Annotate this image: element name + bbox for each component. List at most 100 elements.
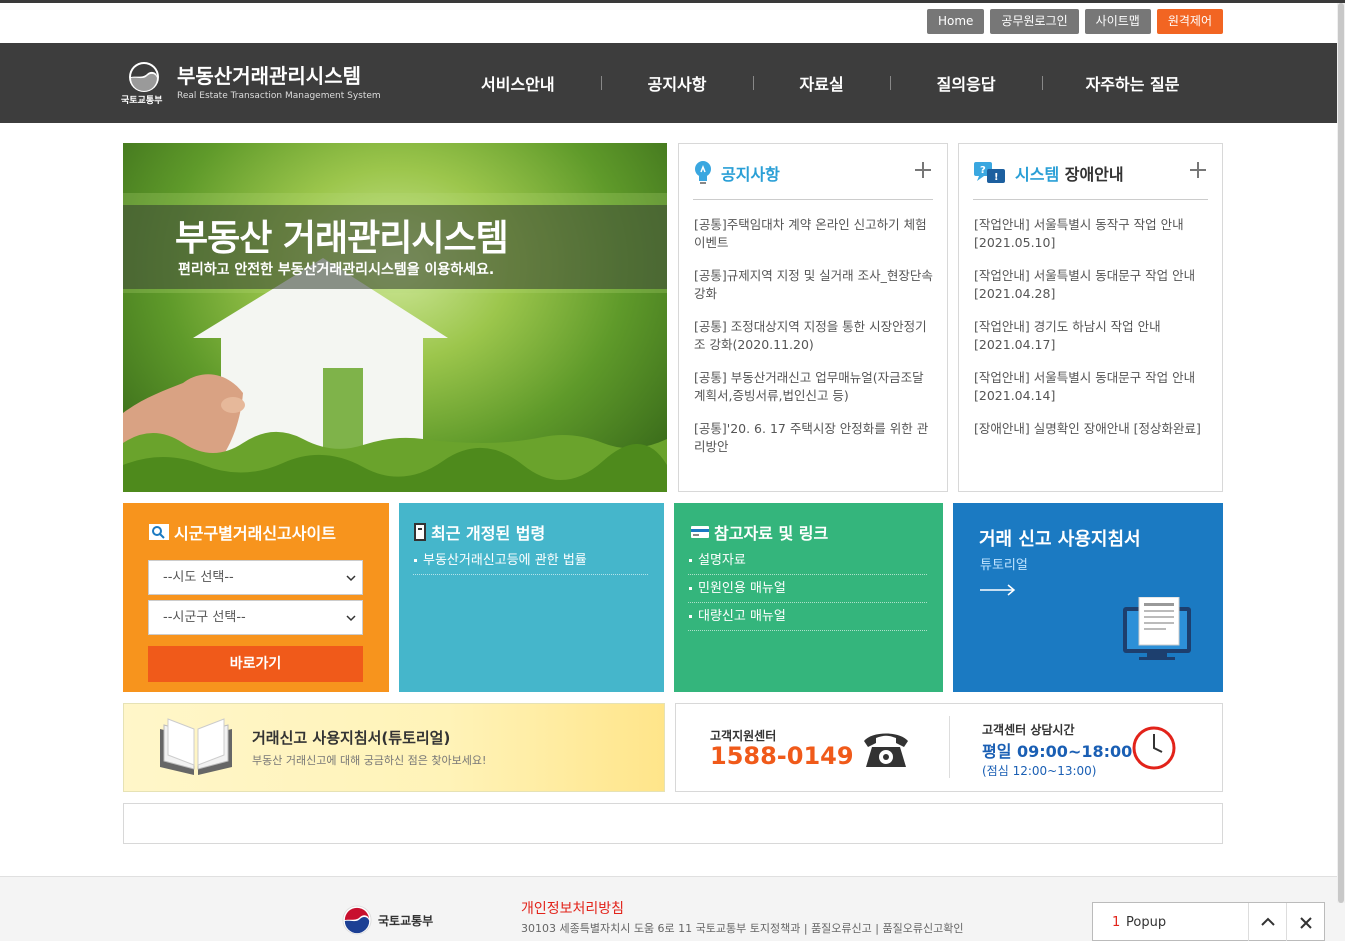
nav-library[interactable]: 자료실 (800, 71, 844, 95)
notice-item[interactable]: [공통] 조정대상지역 지정을 통한 시장안정기조 강화(2020.11.20) (694, 318, 935, 369)
sigungu-select[interactable]: --시군구 선택-- (148, 600, 363, 635)
customer-center: 고객지원센터 1588-0149 고객센터 상담시간 평일 09:00~18:0… (675, 703, 1223, 792)
notice-list: [공통]주택임대차 계약 온라인 신고하기 체험 이벤트 [공통]규제지역 지정… (694, 216, 935, 471)
hero-subtitle: 편리하고 안전한 부동산거래관리시스템을 이용하세요. (178, 262, 495, 278)
notice-more-plus-icon[interactable] (913, 160, 933, 180)
footer-logo: 국토교통부 (342, 905, 433, 935)
fault-item[interactable]: [작업안내] 서울특별시 동작구 작업 안내[2021.05.10] (974, 216, 1210, 267)
sido-select[interactable]: --시도 선택-- (148, 560, 363, 595)
lunch-hours: (점심 12:00~13:00) (982, 764, 1097, 778)
tutorial-banner[interactable]: 거래신고 사용지침서(튜토리얼) 부동산 거래신고에 대해 궁금하신 점은 찾아… (123, 703, 665, 792)
fault-item[interactable]: [작업안내] 경기도 하남시 작업 안내[2021.04.17] (974, 318, 1210, 369)
open-book-icon (160, 718, 232, 775)
chevron-down-icon (346, 615, 356, 622)
refs-title: 참고자료 및 링크 (690, 520, 828, 544)
remote-control-button[interactable]: 원격제어 (1156, 9, 1223, 34)
arrow-right-icon (980, 584, 1016, 596)
fault-title: 시스템 장애안내 (1015, 165, 1124, 184)
chevron-up-icon (1261, 917, 1275, 926)
official-login-button[interactable]: 공무원로그인 (990, 9, 1079, 34)
card-icon (691, 526, 709, 538)
popup-bar[interactable]: 1 Popup (1092, 902, 1325, 941)
notice-item[interactable]: [공통]규제지역 지정 및 실거래 조사_현장단속 강화 (694, 267, 935, 318)
fault-item[interactable]: [작업안내] 서울특별시 동대문구 작업 안내[2021.04.28] (974, 267, 1210, 318)
home-button[interactable]: Home (926, 9, 985, 34)
go-button[interactable]: 바로가기 (148, 646, 363, 682)
nav-notice[interactable]: 공지사항 (648, 71, 707, 95)
usage-guide-tile[interactable]: 거래 신고 사용지침서 튜토리얼 (953, 503, 1223, 692)
nav-qna[interactable]: 질의응답 (937, 71, 996, 95)
notice-item[interactable]: [공통]'20. 6. 17 주택시장 안정화를 위한 관리방안 (694, 420, 935, 471)
sitemap-button[interactable]: 사이트맵 (1084, 9, 1151, 34)
divider (973, 199, 1208, 200)
fault-item[interactable]: [작업안내] 서울특별시 동대문구 작업 안내[2021.04.14] (974, 369, 1210, 420)
fault-list: [작업안내] 서울특별시 동작구 작업 안내[2021.05.10] [작업안내… (974, 216, 1210, 471)
fault-item[interactable]: [장애안내] 실명확인 장애안내 [정상화완료] (974, 420, 1210, 471)
guide-subtitle: 튜토리얼 (980, 558, 1028, 573)
references-tile: 참고자료 및 링크 설명자료 민원인용 매뉴얼 대량신고 매뉴얼 (674, 503, 943, 692)
footer-address: 30103 세종특별자치시 도움 6로 11 국토교통부 토지정책과 | 품질오… (521, 922, 964, 935)
privacy-policy-link[interactable]: 개인정보처리방침 (521, 898, 624, 918)
recent-laws-tile: 최근 개정된 법령 부동산거래신고등에 관한 법률 (399, 503, 664, 692)
nav-divider (1041, 76, 1043, 90)
nav-divider (752, 76, 754, 90)
system-fault-panel: ? ! 시스템 장애안내 [작업안내] 서울특별시 동작구 작업 안내[2021… (958, 143, 1223, 492)
utility-bar: Home 공무원로그인 사이트맵 원격제어 (926, 9, 1223, 34)
chevron-down-icon (346, 575, 356, 582)
notice-title: 공지사항 (721, 165, 780, 184)
ref-link[interactable]: 대량신고 매뉴얼 (688, 603, 927, 631)
ministry-name: 국토교통부 (121, 96, 163, 106)
clock-icon (1132, 726, 1176, 770)
law-link[interactable]: 부동산거래신고등에 관한 법률 (413, 547, 648, 575)
telephone-icon (864, 733, 908, 767)
main-nav: 서비스안내 공지사항 자료실 질의응답 자주하는 질문 (450, 43, 1179, 123)
banner-subtitle: 부동산 거래신고에 대해 궁금하신 점은 찾아보세요! (252, 754, 487, 767)
guide-title: 거래 신고 사용지침서 (979, 529, 1141, 550)
law-book-icon (414, 523, 426, 541)
nav-divider (600, 76, 602, 90)
notice-panel: 공지사항 [공통]주택임대차 계약 온라인 신고하기 체험 이벤트 [공통]규제… (678, 143, 948, 492)
ministry-emblem-icon (342, 905, 372, 935)
svg-text:?: ? (980, 165, 986, 176)
question-bubble-icon: ? ! (974, 162, 1005, 183)
notice-header: 공지사항 (693, 158, 780, 188)
magnifier-icon (149, 524, 169, 540)
popup-expand-button[interactable] (1248, 903, 1286, 941)
notice-item[interactable]: [공통]주택임대차 계약 온라인 신고하기 체험 이벤트 (694, 216, 935, 267)
fault-header: ? ! 시스템 장애안내 (973, 158, 1124, 188)
lightbulb-icon (695, 161, 711, 184)
vertical-scrollbar[interactable] (1337, 3, 1345, 903)
popup-close-button[interactable] (1286, 903, 1324, 941)
notice-item[interactable]: [공통] 부동산거래신고 업무매뉴얼(자금조달계획서,증빙서류,법인신고 등) (694, 369, 935, 420)
close-icon (1300, 917, 1312, 929)
house-illustration (123, 193, 667, 492)
empty-content-strip (123, 803, 1223, 844)
divider (693, 199, 933, 200)
site-subtitle: Real Estate Transaction Management Syste… (177, 91, 381, 101)
fault-more-plus-icon[interactable] (1188, 160, 1208, 180)
divider (949, 716, 950, 778)
hours-label: 고객센터 상담시간 (982, 723, 1075, 737)
monitor-document-icon (1123, 597, 1191, 660)
popup-count: 1 (1112, 915, 1121, 930)
header: 국토교통부 부동산거래관리시스템 Real Estate Transaction… (0, 43, 1345, 123)
site-logo[interactable]: 국토교통부 부동산거래관리시스템 Real Estate Transaction… (121, 59, 381, 109)
laws-list: 부동산거래신고등에 관한 법률 (413, 547, 648, 575)
banner-title: 거래신고 사용지침서(튜토리얼) (252, 729, 451, 747)
nav-service-guide[interactable]: 서비스안내 (481, 71, 555, 95)
ref-link[interactable]: 민원인용 매뉴얼 (688, 575, 927, 603)
hero-title: 부동산 거래관리시스템 (175, 218, 509, 259)
top-border (0, 0, 1345, 3)
ministry-emblem-icon (129, 62, 159, 92)
business-hours: 평일 09:00~18:00 (982, 742, 1133, 761)
nav-faq[interactable]: 자주하는 질문 (1086, 71, 1180, 95)
regional-title: 시군구별거래신고사이트 (148, 520, 336, 544)
scrollbar-thumb[interactable] (1338, 3, 1344, 903)
support-phone: 1588-0149 (710, 742, 854, 770)
site-title: 부동산거래관리시스템 (177, 64, 361, 88)
nav-divider (889, 76, 891, 90)
svg-text:!: ! (994, 172, 999, 183)
ref-link[interactable]: 설명자료 (688, 547, 927, 575)
popup-label: Popup (1126, 915, 1167, 930)
regional-site-tile: 시군구별거래신고사이트 --시도 선택-- --시군구 선택-- 바로가기 (123, 503, 389, 692)
